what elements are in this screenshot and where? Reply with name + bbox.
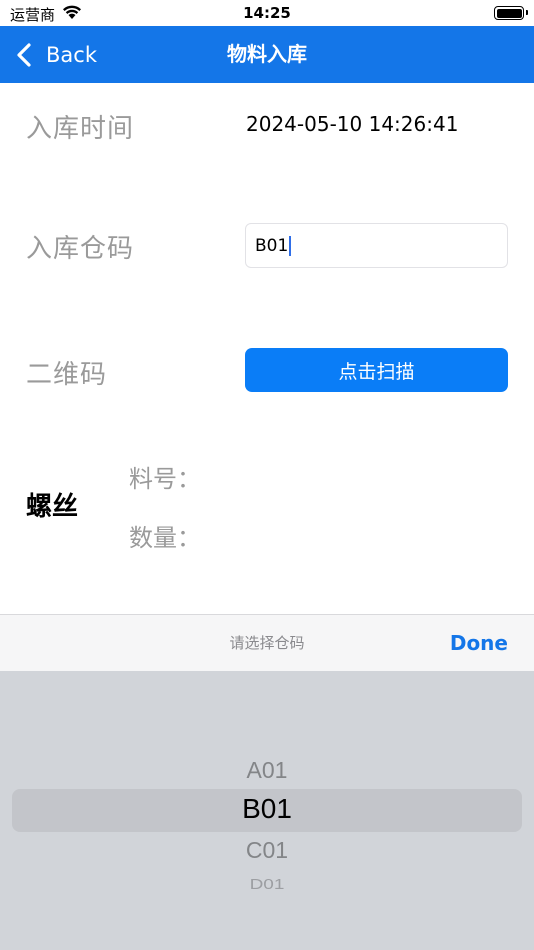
quantity-label: 数量： [129, 524, 201, 552]
status-bar: 运营商 14:25 [0, 0, 534, 26]
part-number-label: 料号： [129, 465, 201, 493]
battery-icon [494, 6, 528, 20]
picker-toolbar: 请选择仓码 Done [0, 614, 534, 671]
item-name: 螺丝 [26, 492, 79, 522]
picker-option-selected[interactable]: B01 [0, 793, 534, 825]
qrcode-label: 二维码 [26, 360, 108, 390]
time-label: 入库时间 [26, 114, 135, 144]
page-title: 物料入库 [227, 42, 307, 66]
warehouse-code-value: B01 [255, 235, 289, 256]
picker-option[interactable]: D01 [0, 876, 534, 894]
warehouse-code-input[interactable]: B01 [245, 223, 508, 268]
picker-option[interactable]: C01 [0, 837, 534, 864]
picker-option[interactable]: A01 [0, 757, 534, 784]
warehouse-picker-wheel[interactable]: A01 B01 C01 D01 [0, 671, 534, 950]
warehouse-label: 入库仓码 [26, 234, 135, 264]
scan-button[interactable]: 点击扫描 [245, 348, 508, 392]
navigation-bar: Back 物料入库 [0, 26, 534, 83]
done-button[interactable]: Done [450, 615, 508, 672]
status-time: 14:25 [243, 4, 291, 22]
text-caret [289, 235, 292, 256]
time-value: 2024-05-10 14:26:41 [246, 112, 459, 136]
